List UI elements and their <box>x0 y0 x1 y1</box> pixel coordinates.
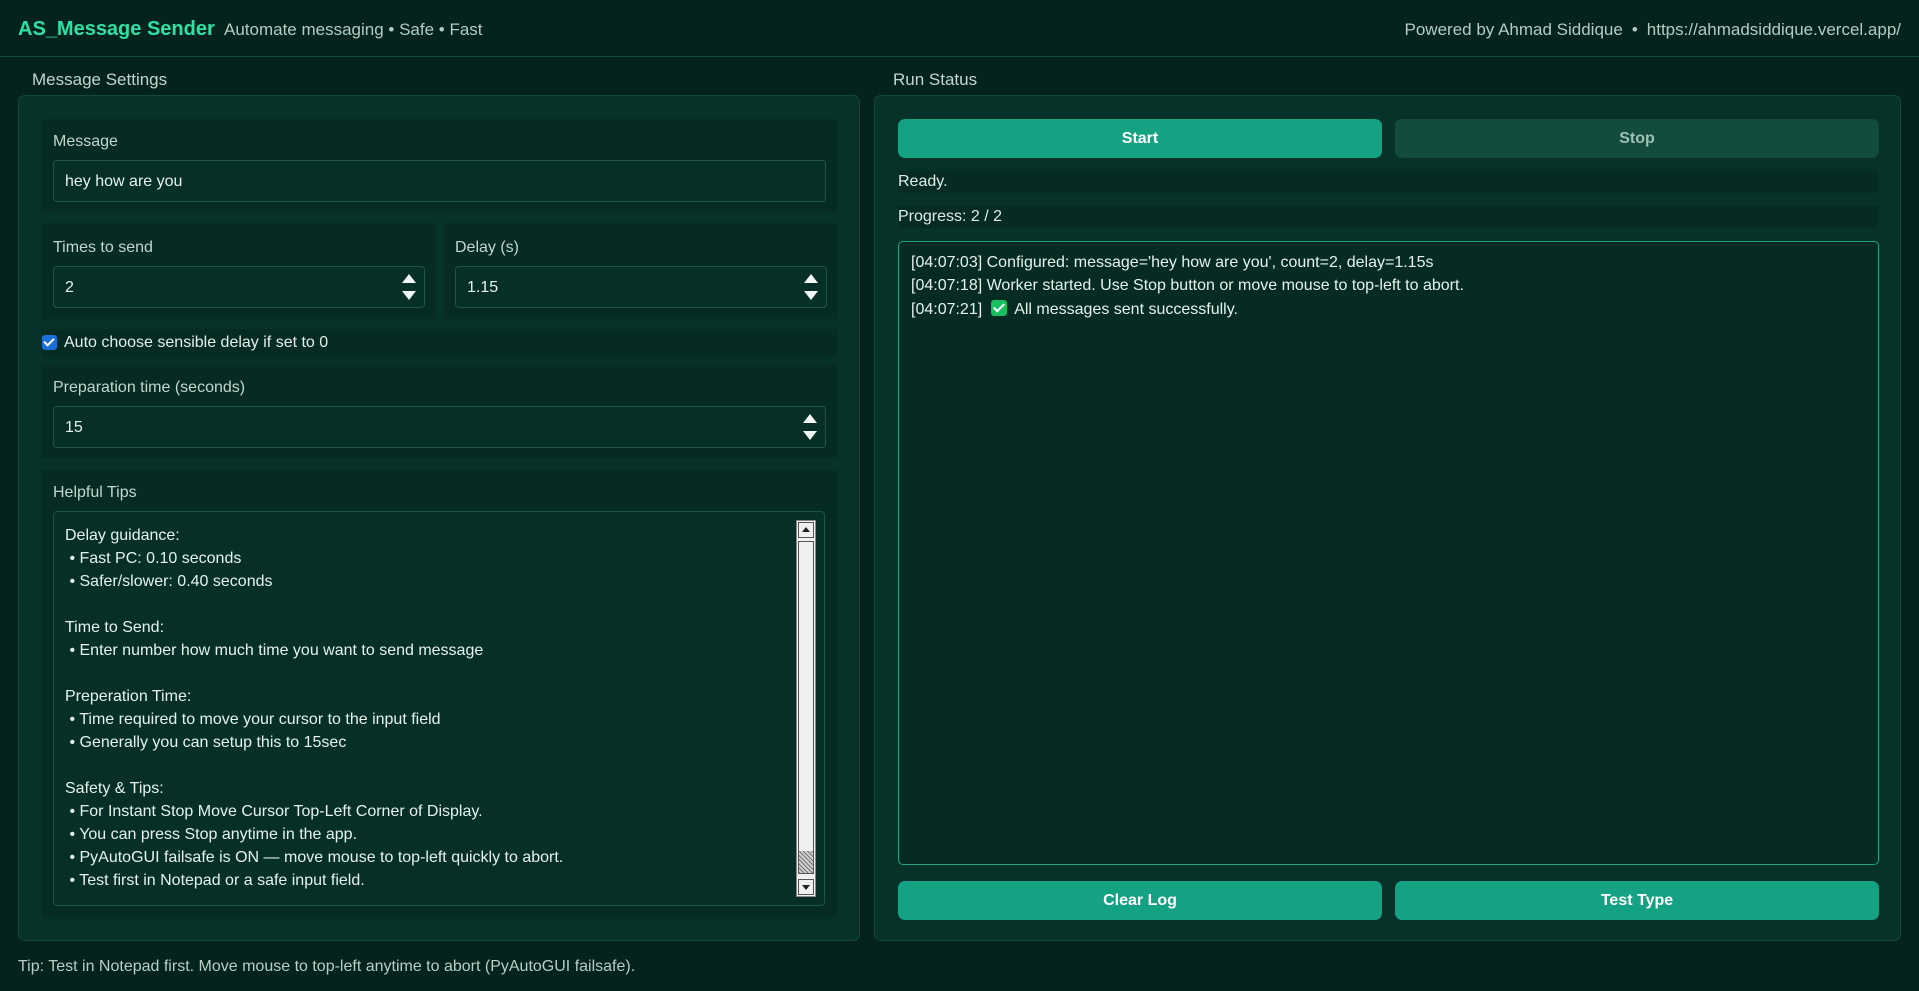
scrollbar-track[interactable] <box>798 541 814 874</box>
log-timestamp: [04:07:21] <box>911 301 983 318</box>
clear-log-button[interactable]: Clear Log <box>898 881 1382 920</box>
tips-scrollbar[interactable] <box>796 520 816 897</box>
increment-arrow-icon[interactable] <box>797 410 823 427</box>
preparation-value: 15 <box>65 419 83 436</box>
helpful-tips-textbox[interactable]: Delay guidance: • Fast PC: 0.10 seconds … <box>53 511 825 906</box>
auto-delay-label[interactable]: Auto choose sensible delay if set to 0 <box>64 334 328 352</box>
decrement-arrow-icon[interactable] <box>396 287 422 304</box>
delay-label: Delay (s) <box>455 239 520 256</box>
decrement-arrow-icon[interactable] <box>797 427 823 444</box>
message-settings-panel: Message hey how are you Times to send 2 … <box>18 95 860 941</box>
log-message: All messages sent successfully. <box>1014 301 1238 318</box>
preparation-group: Preparation time (seconds) 15 <box>42 365 837 458</box>
start-button[interactable]: Start <box>898 119 1382 158</box>
scroll-up-icon[interactable] <box>798 522 814 538</box>
powered-by-text: Powered by Ahmad Siddique <box>1404 20 1623 39</box>
preparation-label: Preparation time (seconds) <box>53 379 246 396</box>
run-status-title: Run Status <box>893 70 978 89</box>
decrement-arrow-icon[interactable] <box>798 287 824 304</box>
test-type-button[interactable]: Test Type <box>1395 881 1879 920</box>
author-url-link[interactable]: https://ahmadsiddique.vercel.app/ <box>1647 20 1901 39</box>
times-to-send-stepper <box>396 270 422 304</box>
scrollbar-thumb[interactable] <box>799 851 813 873</box>
times-to-send-label: Times to send <box>53 239 153 256</box>
auto-delay-checkbox[interactable] <box>42 335 57 350</box>
check-mark-icon <box>990 300 1007 316</box>
preparation-stepper <box>797 410 823 444</box>
status-text: Ready. <box>898 171 1878 193</box>
helpful-tips-group: Helpful Tips Delay guidance: • Fast PC: … <box>42 470 837 917</box>
increment-arrow-icon[interactable] <box>798 270 824 287</box>
separator-dot: • <box>1631 20 1638 39</box>
delay-spinbox[interactable]: 1.15 <box>455 266 827 308</box>
message-input-value: hey how are you <box>65 173 183 190</box>
helpful-tips-label: Helpful Tips <box>53 484 137 501</box>
times-to-send-spinbox[interactable]: 2 <box>53 266 425 308</box>
app-brand: AS_Message Sender <box>18 18 215 40</box>
app-tagline: Automate messaging • Safe • Fast <box>224 20 483 39</box>
preparation-spinbox[interactable]: 15 <box>53 406 826 448</box>
delay-value: 1.15 <box>467 279 499 296</box>
header: AS_Message Sender Automate messaging • S… <box>0 0 1919 57</box>
message-input[interactable]: hey how are you <box>53 160 826 202</box>
message-label: Message <box>53 133 118 150</box>
times-to-send-group: Times to send 2 <box>42 223 436 319</box>
delay-group: Delay (s) 1.15 <box>444 223 837 319</box>
increment-arrow-icon[interactable] <box>396 270 422 287</box>
log-output[interactable]: [04:07:03] Configured: message='hey how … <box>898 241 1879 865</box>
stop-button[interactable]: Stop <box>1395 119 1879 158</box>
helpful-tips-text: Delay guidance: • Fast PC: 0.10 seconds … <box>65 527 564 889</box>
powered-by: Powered by Ahmad Siddique • https://ahmads… <box>1405 20 1901 40</box>
app-window: AS_Message Sender Automate messaging • S… <box>0 0 1919 991</box>
progress-text: Progress: 2 / 2 <box>898 206 1878 228</box>
delay-stepper <box>798 270 824 304</box>
log-line: [04:07:03] Configured: message='hey how … <box>911 254 1434 271</box>
log-line: [04:07:21] All messages sent successfull… <box>911 300 1238 319</box>
message-settings-title: Message Settings <box>32 70 168 89</box>
run-status-panel: Start Stop Ready. Progress: 2 / 2 [04:07… <box>874 95 1901 941</box>
message-group: Message hey how are you <box>42 119 837 211</box>
footer-tip: Tip: Test in Notepad first. Move mouse t… <box>18 958 636 975</box>
times-to-send-value: 2 <box>65 279 74 296</box>
log-line: [04:07:18] Worker started. Use Stop butt… <box>911 277 1464 294</box>
scroll-down-icon[interactable] <box>798 879 814 895</box>
